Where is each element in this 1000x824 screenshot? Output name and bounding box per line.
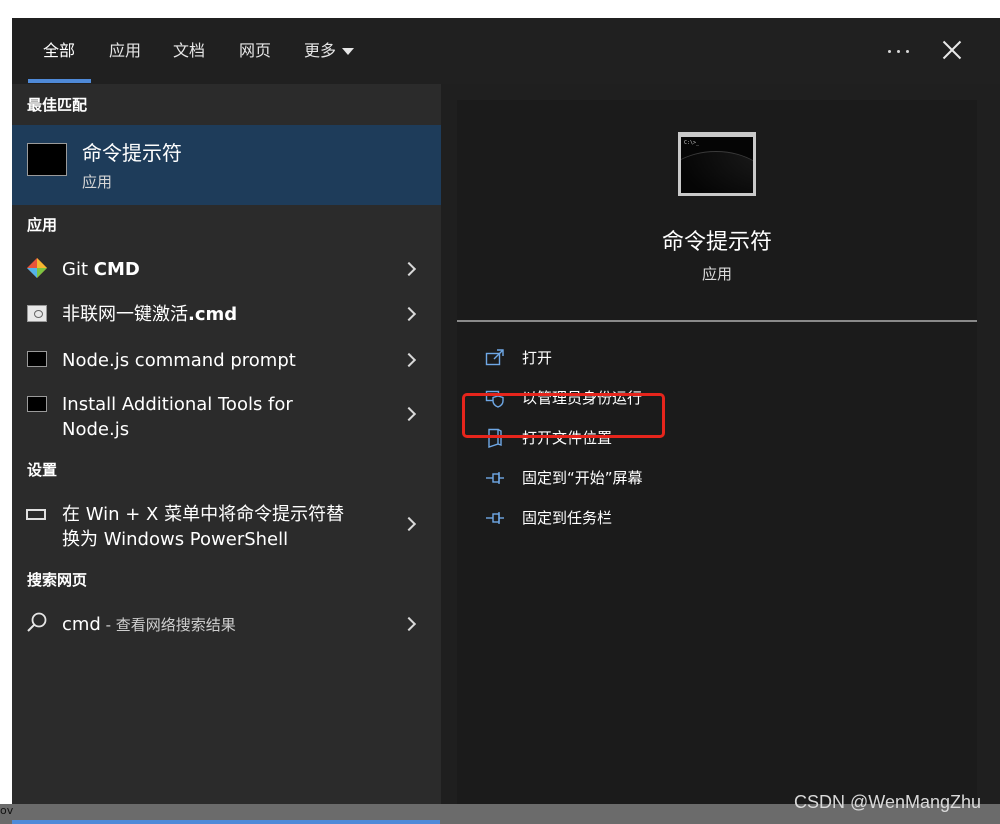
results-pane: 最佳匹配 命令提示符 应用 应用 Git CMD 非联网一键激活.cmd Nod… <box>12 84 441 824</box>
web-search-header: 搜索网页 <box>27 571 88 589</box>
command-prompt-icon <box>27 143 67 176</box>
best-match-subtitle: 应用 <box>82 173 113 191</box>
close-button[interactable] <box>938 36 966 64</box>
tab-more[interactable]: 更多 <box>304 18 355 84</box>
caret-down-icon <box>342 48 355 55</box>
action-open[interactable]: 打开 <box>485 344 925 372</box>
action-label: 固定到任务栏 <box>522 509 613 527</box>
tab-bar: 全部 应用 文档 网页 更多 <box>12 18 1000 84</box>
action-pin-to-start[interactable]: 固定到“开始”屏幕 <box>485 464 925 492</box>
web-search-item[interactable]: cmd - 查看网络搜索结果 <box>12 606 441 642</box>
detail-divider <box>457 320 977 322</box>
settings-item-powershell[interactable]: 在 Win + X 菜单中将命令提示符替 换为 Windows PowerShe… <box>12 497 441 550</box>
search-bar-accent <box>12 820 440 824</box>
tab-all[interactable]: 全部 <box>43 18 75 84</box>
app-item-install-tools[interactable]: Install Additional Tools for Node.js <box>12 387 441 440</box>
app-item-label: 非联网一键激活.cmd <box>62 304 238 325</box>
app-item-nodejs-prompt[interactable]: Node.js command prompt <box>12 342 441 378</box>
chevron-right-icon[interactable] <box>401 306 417 322</box>
open-icon <box>485 349 504 366</box>
best-match-item[interactable]: 命令提示符 应用 <box>12 125 441 205</box>
dot-icon <box>906 50 909 53</box>
action-label: 打开 <box>522 349 553 367</box>
pin-icon <box>486 472 504 484</box>
dot-icon <box>888 50 891 53</box>
app-item-label: Node.js command prompt <box>62 350 296 371</box>
active-tab-indicator <box>28 79 91 83</box>
more-options-button[interactable] <box>884 38 914 64</box>
git-icon <box>27 258 47 278</box>
command-prompt-icon <box>27 351 47 367</box>
taskbar-text-fragment: ov <box>0 804 14 817</box>
chevron-right-icon[interactable] <box>401 352 417 368</box>
best-match-header: 最佳匹配 <box>27 96 88 114</box>
command-prompt-icon <box>27 396 47 412</box>
search-window: 全部 应用 文档 网页 更多 最佳匹配 命令提示符 应用 应用 Git CMD … <box>12 18 1000 824</box>
detail-pane: C:\>_ 命令提示符 应用 打开 以管理员身份运行 打开文件位置 固定到“开始… <box>457 100 977 824</box>
settings-item-label: 在 Win + X 菜单中将命令提示符替 换为 Windows PowerShe… <box>62 504 345 550</box>
tab-web[interactable]: 网页 <box>239 18 271 84</box>
watermark: CSDN @WenMangZhu <box>794 792 982 812</box>
app-item-git-cmd[interactable]: Git CMD <box>12 251 441 287</box>
tab-documents[interactable]: 文档 <box>173 18 205 84</box>
detail-app-title: 命令提示符 <box>661 230 772 255</box>
pin-icon <box>486 512 504 524</box>
web-search-label: cmd - 查看网络搜索结果 <box>62 614 236 635</box>
tab-apps[interactable]: 应用 <box>109 18 141 84</box>
chevron-right-icon[interactable] <box>401 516 417 532</box>
detail-app-subtitle: 应用 <box>701 265 732 283</box>
chevron-right-icon[interactable] <box>401 616 417 632</box>
chevron-right-icon[interactable] <box>401 406 417 422</box>
search-icon <box>27 612 47 632</box>
action-pin-to-taskbar[interactable]: 固定到任务栏 <box>485 504 925 532</box>
best-match-title: 命令提示符 <box>82 141 182 165</box>
annotation-highlight-box <box>462 393 665 438</box>
dot-icon <box>897 50 900 53</box>
command-prompt-large-icon: C:\>_ <box>678 132 756 196</box>
app-item-label: Git CMD <box>62 259 140 280</box>
apps-header: 应用 <box>27 216 58 234</box>
keyboard-icon <box>26 509 46 520</box>
script-file-icon <box>27 305 47 322</box>
tab-more-label: 更多 <box>304 41 337 60</box>
app-item-label: Install Additional Tools for Node.js <box>62 394 293 440</box>
action-label: 固定到“开始”屏幕 <box>522 469 643 487</box>
chevron-right-icon[interactable] <box>401 261 417 277</box>
settings-header: 设置 <box>27 461 58 479</box>
app-item-activation-cmd[interactable]: 非联网一键激活.cmd <box>12 296 441 332</box>
